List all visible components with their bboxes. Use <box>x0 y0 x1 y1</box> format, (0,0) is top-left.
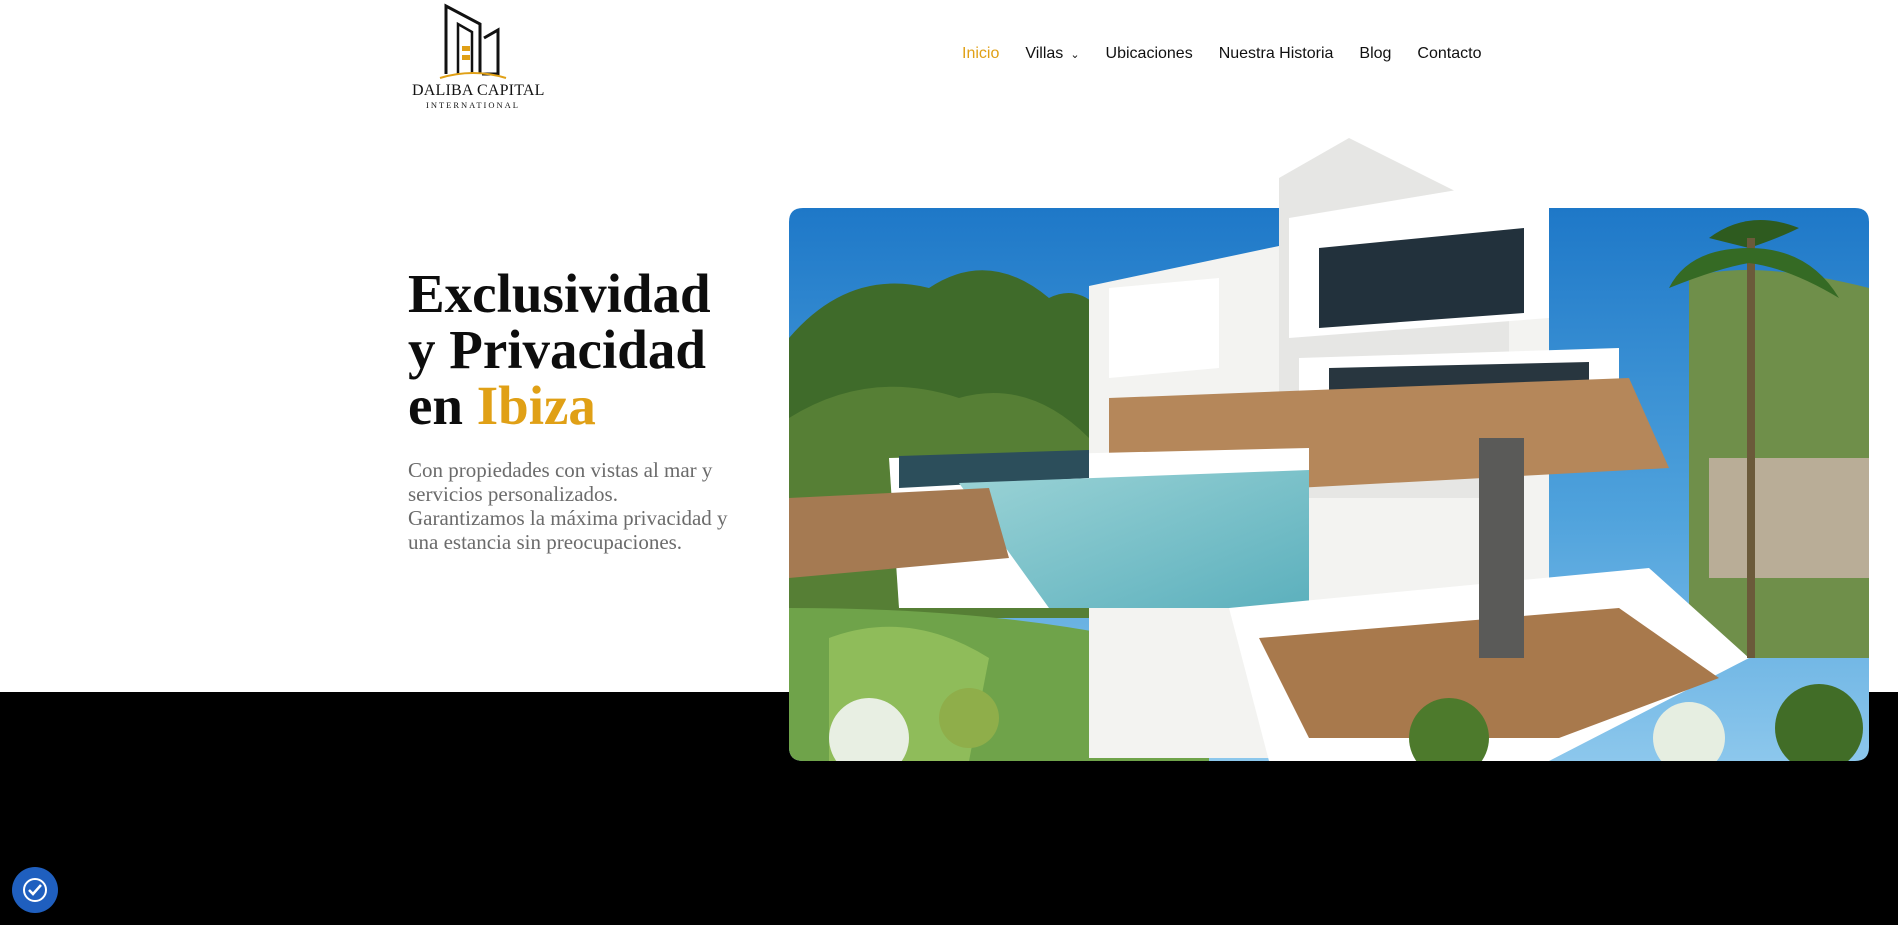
hero-title-line2: y Privacidad <box>408 319 706 380</box>
logo[interactable]: DALIBA CAPITAL INTERNATIONAL <box>410 0 545 115</box>
hero-text: Exclusividad y Privacidad en Ibiza Con p… <box>408 266 738 555</box>
nav-item-villas[interactable]: Villas ⌄ <box>1025 45 1079 63</box>
hero-description: Con propiedades con vistas al mar y serv… <box>408 458 728 554</box>
site-header: DALIBA CAPITAL INTERNATIONAL Inicio Vill… <box>0 0 1898 125</box>
nav-item-ubicaciones[interactable]: Ubicaciones <box>1106 45 1193 63</box>
logo-name: DALIBA CAPITAL <box>412 82 545 99</box>
hero-title: Exclusividad y Privacidad en Ibiza <box>408 266 738 434</box>
nav-item-label: Nuestra Historia <box>1218 45 1334 62</box>
villa-image <box>789 138 1869 761</box>
nav-item-label: Ubicaciones <box>1105 45 1193 62</box>
hero-title-accent: Ibiza <box>476 375 596 436</box>
hero-title-line1: Exclusividad <box>408 263 711 324</box>
nav-item-label: Contacto <box>1417 45 1482 62</box>
nav-item-nuestra-historia[interactable]: Nuestra Historia <box>1219 45 1334 63</box>
hero-title-line3-prefix: en <box>408 375 477 436</box>
nav-item-blog[interactable]: Blog <box>1359 45 1391 63</box>
chevron-down-icon: ⌄ <box>1070 48 1080 61</box>
nav-item-label: Inicio <box>962 45 1000 62</box>
nav-item-contacto[interactable]: Contacto <box>1417 45 1481 63</box>
nav-item-label: Blog <box>1359 45 1392 62</box>
main-nav: Inicio Villas ⌄ Ubicaciones Nuestra Hist… <box>962 45 1481 63</box>
nav-item-label: Villas <box>1025 45 1064 62</box>
accessibility-icon <box>23 878 47 902</box>
logo-mark-icon <box>439 3 507 79</box>
logo-subtitle: INTERNATIONAL <box>426 100 520 110</box>
nav-item-inicio[interactable]: Inicio <box>962 45 999 63</box>
accessibility-button[interactable] <box>12 867 58 913</box>
